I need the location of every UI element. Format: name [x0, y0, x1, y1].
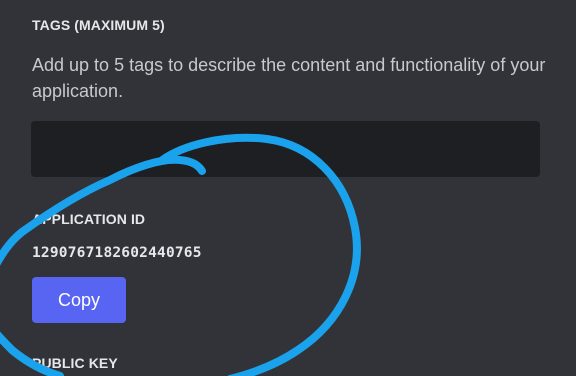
public-key-title: PUBLIC KEY — [32, 355, 118, 371]
copy-button[interactable]: Copy — [32, 277, 126, 323]
tags-description: Add up to 5 tags to describe the content… — [32, 55, 546, 101]
application-id-value: 1290767182602440765 — [32, 245, 202, 261]
tags-section-title: TAGS (MAXIMUM 5) — [32, 17, 165, 33]
tags-input[interactable] — [31, 121, 540, 177]
app-settings-panel: TAGS (MAXIMUM 5) Add up to 5 tags to des… — [0, 0, 576, 376]
application-id-title: APPLICATION ID — [32, 211, 146, 227]
